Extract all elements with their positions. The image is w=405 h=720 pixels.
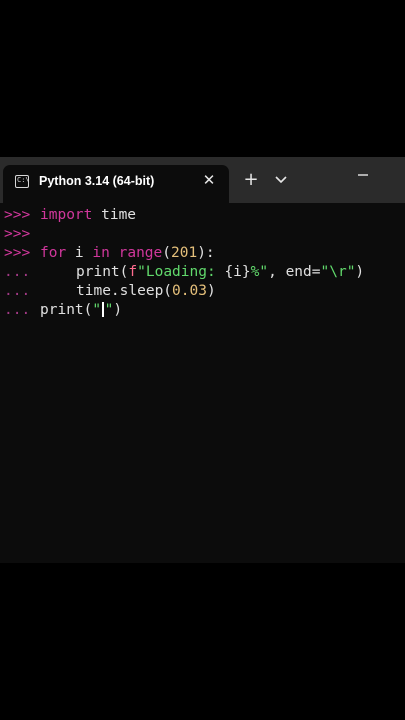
console-line: >>> for i in range(201): (0, 244, 405, 263)
code-token: 201 (171, 245, 198, 261)
code-text: print(" ") (40, 301, 122, 320)
tab-python[interactable]: C:\ Python 3.14 (64-bit) ✕ (3, 165, 229, 203)
code-token: ) (113, 302, 123, 318)
code-token: for (40, 245, 67, 261)
tab-title: Python 3.14 (64-bit) (39, 174, 155, 188)
code-token: time.sleep( (76, 283, 173, 299)
minimize-icon[interactable] (352, 167, 374, 183)
terminal-window: C:\ Python 3.14 (64-bit) ✕ + >>> import t… (0, 157, 405, 563)
prompt-marker: >>> (4, 226, 31, 242)
terminal-icon-glyph: C:\ (17, 176, 30, 184)
screen: C:\ Python 3.14 (64-bit) ✕ + >>> import t… (0, 0, 405, 720)
chevron-down-icon[interactable] (272, 171, 290, 189)
plus-icon[interactable]: + (242, 170, 260, 190)
console-line: ... print(" ") (0, 301, 405, 320)
code-token: %" (250, 264, 269, 280)
code-token: in (92, 245, 110, 261)
code-token: print( (76, 264, 129, 280)
terminal-icon: C:\ (15, 175, 30, 188)
prompt-marker: >>> (4, 245, 31, 261)
console-output[interactable]: >>> import time >>> >>> for i in range(201):… (0, 203, 405, 563)
code-token: " (92, 302, 102, 318)
code-token: ) (355, 264, 365, 280)
code-token: ): (197, 245, 215, 261)
continuation-marker: ... (4, 302, 31, 318)
code-token: {i} (224, 264, 251, 280)
code-token: range (118, 245, 163, 261)
code-token: "\r" (320, 264, 356, 280)
code-token: , end= (268, 264, 321, 280)
code-token: print( (40, 302, 93, 318)
code-text: import time (40, 206, 136, 225)
code-token: ( (162, 245, 171, 261)
code-token: f (128, 264, 138, 280)
continuation-marker: ... (4, 283, 31, 299)
text-cursor (102, 302, 104, 317)
console-line: ... time.sleep(0.03) (0, 282, 405, 301)
title-bar: C:\ Python 3.14 (64-bit) ✕ + (0, 157, 405, 203)
code-token: ) (206, 283, 216, 299)
code-text: time.sleep(0.03) (76, 282, 216, 301)
code-text: print(f"Loading: {i}%", end="\r") (76, 263, 364, 282)
code-token: "Loading: (137, 264, 225, 280)
code-token: time (92, 207, 137, 223)
close-icon[interactable]: ✕ (200, 170, 218, 190)
code-text: for i in range(201): (40, 244, 215, 263)
console-line: >>> (0, 225, 405, 244)
console-line: ... print(f"Loading: {i}%", end="\r") (0, 263, 405, 282)
code-token: i (66, 245, 93, 261)
continuation-marker: ... (4, 264, 31, 280)
code-token: import (40, 207, 93, 223)
code-token: 0.03 (172, 283, 207, 299)
console-line: >>> import time (0, 206, 405, 225)
prompt-marker: >>> (4, 207, 31, 223)
